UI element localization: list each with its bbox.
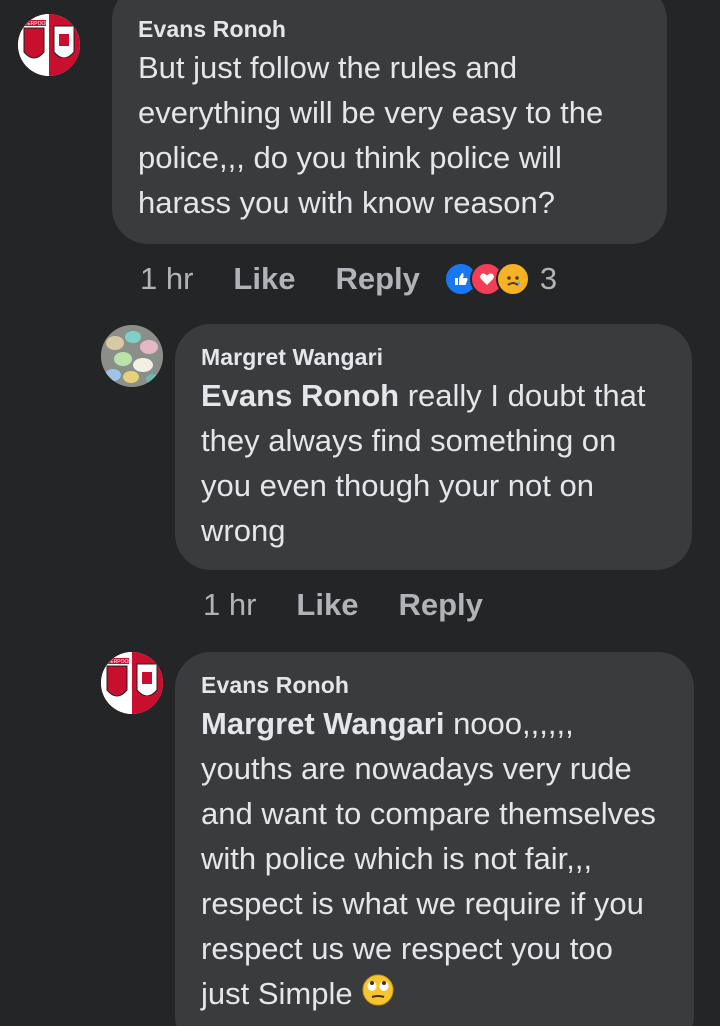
liverpool-crest-icon: LIVERPOOL <box>101 652 163 714</box>
comment-author[interactable]: Evans Ronoh <box>201 672 668 699</box>
avatar-text: LIVERPOOL <box>103 659 132 665</box>
comment-bubble[interactable]: Evans Ronoh Margret Wangari nooo,,,,,, y… <box>175 652 694 1026</box>
comment-thread: LIVERPOOL Evans Ronoh But just follow th… <box>0 0 720 1026</box>
comment-text: Margret Wangari nooo,,,,,, youths are no… <box>201 701 668 1019</box>
comment-evans-2: LIVERPOOL Evans Ronoh Margret Wangari no… <box>0 0 720 1026</box>
eye-roll-emoji-icon <box>361 973 395 1019</box>
mention-link[interactable]: Margret Wangari <box>201 706 444 741</box>
avatar[interactable]: LIVERPOOL <box>101 652 163 714</box>
comment-text-body: nooo,,,,,, youths are nowadays very rude… <box>201 706 656 1011</box>
